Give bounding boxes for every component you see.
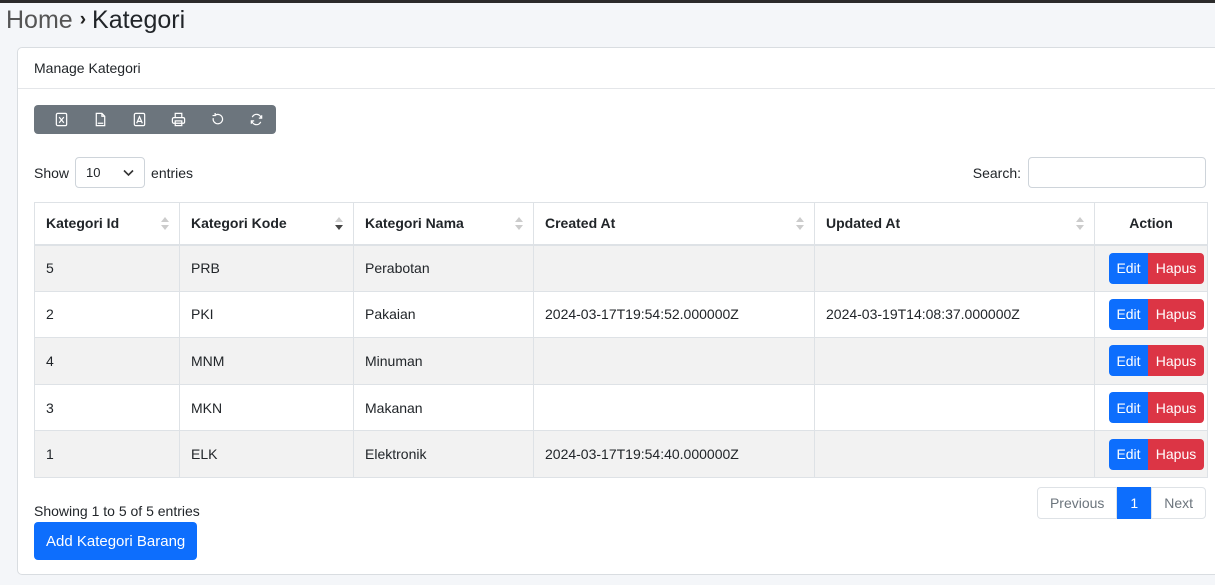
cell-updated-at bbox=[814, 383, 1095, 432]
cell-kategori-kode: PKI bbox=[179, 290, 354, 339]
cell-kategori-id: 3 bbox=[34, 383, 180, 432]
pagination-next[interactable]: Next bbox=[1151, 487, 1206, 519]
cell-action: Edit Hapus bbox=[1094, 337, 1208, 385]
entries-select-value: 10 bbox=[86, 165, 101, 180]
cell-updated-at: 2024-03-19T14:08:37.000000Z bbox=[814, 290, 1095, 339]
reload-button[interactable] bbox=[237, 105, 276, 134]
cell-kategori-kode: MKN bbox=[179, 383, 354, 432]
cell-created-at bbox=[533, 244, 815, 292]
reload-icon bbox=[250, 113, 263, 126]
edit-button[interactable]: Edit bbox=[1109, 438, 1148, 470]
table-body: 5 PRB Perabotan Edit Hapus 2 PKI Pakaian 2024-03… bbox=[34, 244, 1208, 478]
reset-icon bbox=[212, 112, 224, 125]
breadcrumb-separator: › bbox=[79, 9, 87, 30]
pagination-previous[interactable]: Previous bbox=[1036, 487, 1118, 519]
search-input[interactable] bbox=[1028, 157, 1206, 188]
cell-kategori-nama: Minuman bbox=[353, 337, 534, 385]
sort-icon bbox=[161, 217, 169, 231]
sort-icon bbox=[515, 217, 523, 231]
reset-button[interactable] bbox=[198, 105, 237, 134]
csv-export-button[interactable] bbox=[81, 105, 120, 134]
cell-kategori-kode: MNM bbox=[179, 337, 354, 385]
kategori-table: Kategori Id Kategori Kode Kategori Nama … bbox=[34, 202, 1208, 478]
pdf-icon bbox=[133, 112, 146, 127]
pagination-page-current[interactable]: 1 bbox=[1117, 487, 1152, 519]
delete-button[interactable]: Hapus bbox=[1148, 438, 1204, 470]
cell-action: Edit Hapus bbox=[1094, 383, 1208, 432]
row-actions: Edit Hapus bbox=[1106, 252, 1204, 284]
card-header: Manage Kategori bbox=[18, 48, 1215, 89]
table-info: Showing 1 to 5 of 5 entries bbox=[34, 503, 200, 519]
cell-kategori-id: 1 bbox=[34, 430, 180, 478]
manage-card: Manage Kategori Show 10 entries Search: … bbox=[17, 47, 1215, 575]
cell-kategori-id: 4 bbox=[34, 337, 180, 385]
cell-action: Edit Hapus bbox=[1094, 290, 1208, 339]
row-actions: Edit Hapus bbox=[1106, 392, 1204, 424]
cell-created-at: 2024-03-17T19:54:52.000000Z bbox=[533, 290, 815, 339]
table-row: 1 ELK Elektronik 2024-03-17T19:54:40.000000… bbox=[34, 430, 1208, 478]
print-button[interactable] bbox=[159, 105, 198, 134]
excel-icon bbox=[55, 112, 68, 127]
cell-action: Edit Hapus bbox=[1094, 430, 1208, 478]
row-actions: Edit Hapus bbox=[1106, 438, 1204, 470]
sort-desc-icon bbox=[335, 217, 343, 231]
cell-created-at bbox=[533, 337, 815, 385]
search-control: Search: bbox=[973, 157, 1206, 188]
sort-icon bbox=[1076, 217, 1084, 231]
delete-button[interactable]: Hapus bbox=[1148, 392, 1204, 424]
header-updated-at[interactable]: Updated At bbox=[814, 202, 1095, 246]
cell-kategori-id: 2 bbox=[34, 290, 180, 339]
entries-select[interactable]: 10 bbox=[75, 157, 146, 188]
cell-action: Edit Hapus bbox=[1094, 244, 1208, 292]
card-title: Manage Kategori bbox=[34, 60, 141, 76]
edit-button[interactable]: Edit bbox=[1109, 392, 1148, 424]
edit-button[interactable]: Edit bbox=[1109, 345, 1148, 377]
cell-kategori-kode: ELK bbox=[179, 430, 354, 478]
edit-button[interactable]: Edit bbox=[1109, 298, 1148, 330]
entries-length-control: Show 10 entries bbox=[34, 157, 193, 188]
entries-label: entries bbox=[151, 164, 194, 181]
add-kategori-button[interactable]: Add Kategori Barang bbox=[34, 522, 198, 560]
cell-updated-at bbox=[814, 244, 1095, 292]
delete-button[interactable]: Hapus bbox=[1148, 252, 1204, 284]
csv-icon bbox=[95, 112, 106, 127]
export-toolbar bbox=[34, 105, 276, 134]
header-created-at[interactable]: Created At bbox=[533, 202, 815, 246]
page-title: Kategori bbox=[92, 5, 186, 34]
edit-button[interactable]: Edit bbox=[1109, 252, 1148, 284]
table-header-row: Kategori Id Kategori Kode Kategori Nama … bbox=[34, 202, 1208, 246]
delete-button[interactable]: Hapus bbox=[1148, 298, 1204, 330]
cell-kategori-nama: Perabotan bbox=[353, 244, 534, 292]
table-row: 2 PKI Pakaian 2024-03-17T19:54:52.000000Z 20… bbox=[34, 290, 1208, 339]
row-actions: Edit Hapus bbox=[1106, 298, 1204, 330]
cell-kategori-id: 5 bbox=[34, 244, 180, 292]
header-kategori-nama[interactable]: Kategori Nama bbox=[353, 202, 534, 246]
cell-kategori-nama: Makanan bbox=[353, 383, 534, 432]
sort-icon bbox=[796, 217, 804, 231]
cell-kategori-kode: PRB bbox=[179, 244, 354, 292]
cell-kategori-nama: Elektronik bbox=[353, 430, 534, 478]
header-kategori-kode[interactable]: Kategori Kode bbox=[179, 202, 354, 246]
row-actions: Edit Hapus bbox=[1106, 345, 1204, 377]
breadcrumb-home[interactable]: Home bbox=[6, 6, 73, 35]
breadcrumb: Home › Kategori bbox=[6, 2, 185, 38]
print-icon bbox=[171, 112, 186, 127]
delete-button[interactable]: Hapus bbox=[1148, 345, 1204, 377]
cell-created-at: 2024-03-17T19:54:40.000000Z bbox=[533, 430, 815, 478]
cell-kategori-nama: Pakaian bbox=[353, 290, 534, 339]
search-label: Search: bbox=[972, 164, 1021, 181]
cell-updated-at bbox=[814, 337, 1095, 385]
pdf-export-button[interactable] bbox=[120, 105, 159, 134]
excel-export-button[interactable] bbox=[42, 105, 81, 134]
header-kategori-id[interactable]: Kategori Id bbox=[34, 202, 180, 246]
cell-updated-at bbox=[814, 430, 1095, 478]
chevron-down-icon bbox=[123, 169, 134, 176]
show-label: Show bbox=[34, 164, 70, 181]
table-row: 5 PRB Perabotan Edit Hapus bbox=[34, 244, 1208, 292]
table-row: 3 MKN Makanan Edit Hapus bbox=[34, 383, 1208, 432]
cell-created-at bbox=[533, 383, 815, 432]
header-action: Action bbox=[1094, 202, 1208, 246]
table-row: 4 MNM Minuman Edit Hapus bbox=[34, 337, 1208, 385]
pagination: Previous 1 Next bbox=[1036, 487, 1206, 519]
